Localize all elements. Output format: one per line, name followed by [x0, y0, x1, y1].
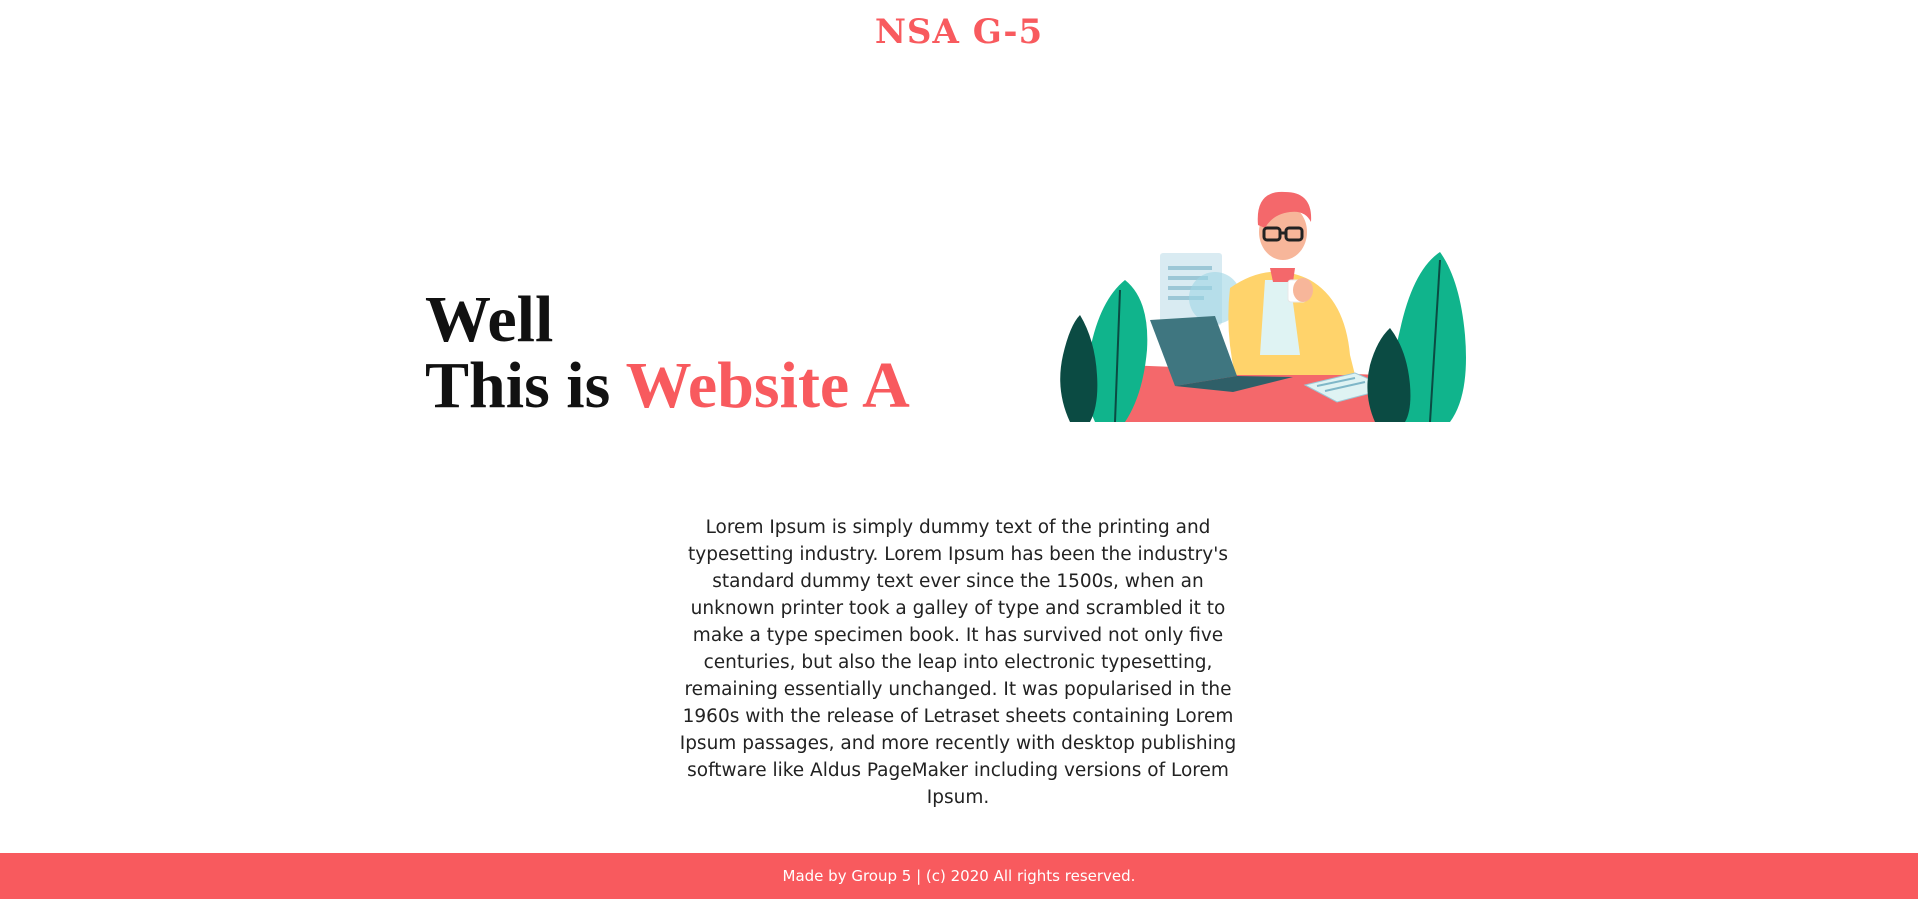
left-plant-dark — [1060, 315, 1098, 422]
hero-line-1: Well — [425, 283, 554, 356]
intro-paragraph: Lorem Ipsum is simply dummy text of the … — [679, 517, 1237, 808]
hero-line-2-accent: Website A — [625, 349, 910, 422]
person-at-laptop-illustration — [1060, 191, 1466, 422]
hero-title: Well This is Website A — [425, 287, 910, 419]
site-brand[interactable]: NSA G-5 — [0, 12, 1918, 52]
footer-text: Made by Group 5 | (c) 2020 All rights re… — [782, 867, 1136, 885]
site-footer: Made by Group 5 | (c) 2020 All rights re… — [0, 853, 1918, 899]
hero-line-2-prefix: This is — [425, 349, 626, 422]
